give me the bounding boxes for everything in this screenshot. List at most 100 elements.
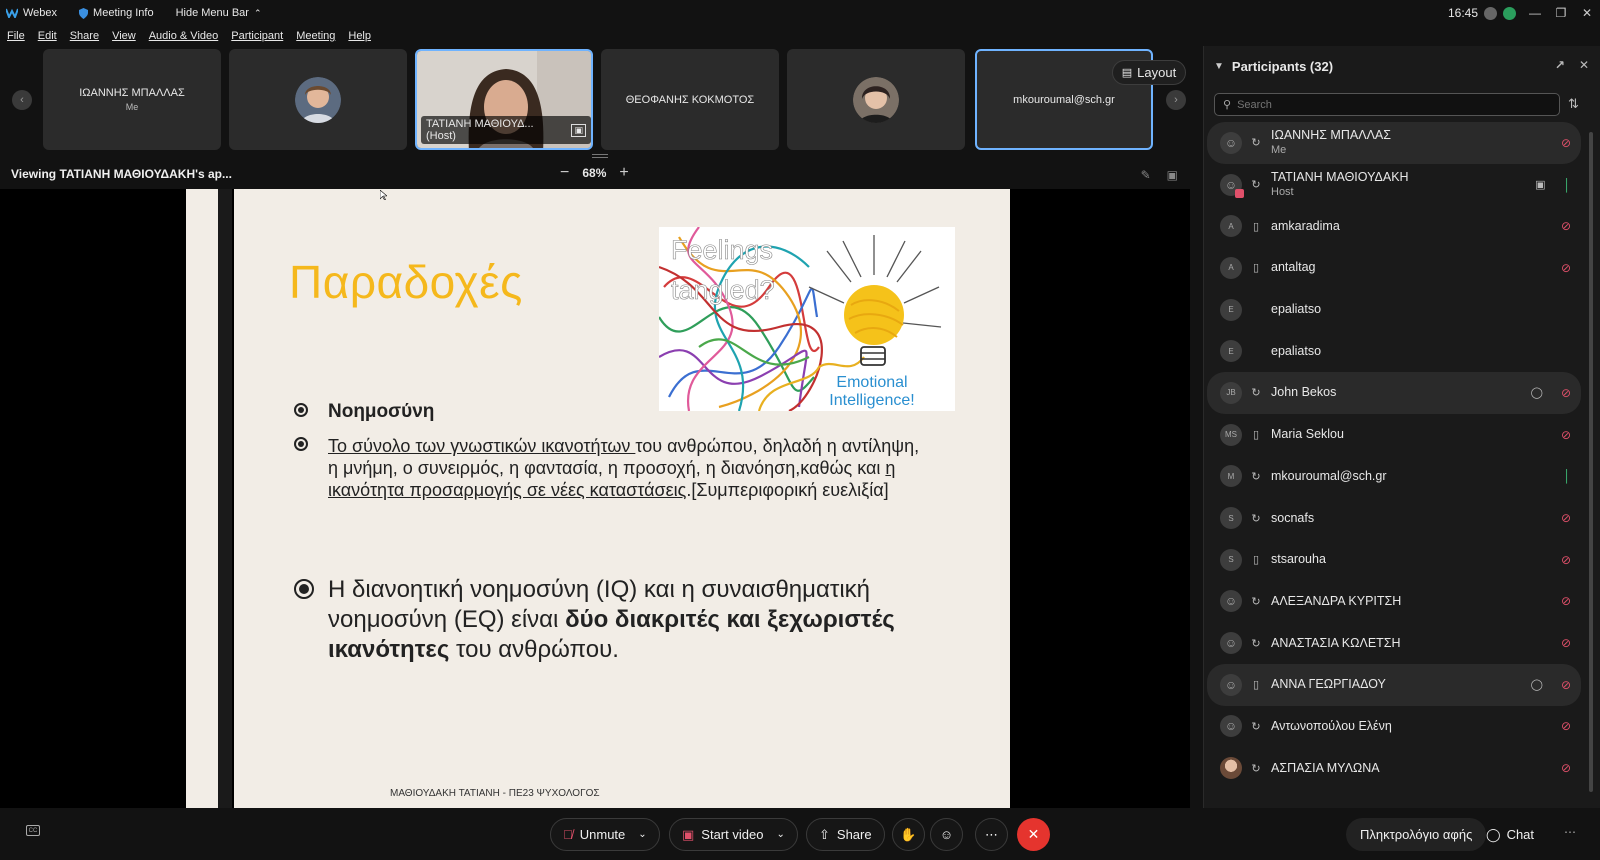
menu-audio-video[interactable]: Audio & Video (149, 30, 219, 42)
video-tile[interactable]: ΘΕΟΦΑΝΗΣ ΚΟΚΜΟΤΟΣ (601, 49, 779, 150)
participant-row[interactable]: S ↻ socnafs ⊘ (1207, 497, 1581, 539)
mic-muted-icon[interactable]: ⊘ (1561, 136, 1571, 150)
pop-out-icon[interactable]: ↗ (1555, 58, 1565, 72)
participant-name: Αντωνοπούλου Ελένη (1271, 718, 1392, 733)
participant-row[interactable]: S ▯ stsarouha ⊘ (1207, 539, 1581, 581)
mic-muted-icon[interactable]: ⊘ (1561, 511, 1571, 525)
share-label: Share (836, 827, 872, 842)
chat-bubble-icon[interactable]: ◯ (1531, 678, 1543, 691)
video-tile[interactable]: ΙΩΑΝΝΗΣ ΜΠΑΛΛΑΣ Me (43, 49, 221, 150)
participant-role: Me (1271, 143, 1287, 156)
video-tile-active-speaker[interactable]: ΤΑΤΙΑΝΗ ΜΑΘΙΟΥΔ... (Host) ▣ (415, 49, 593, 150)
zoom-out-button[interactable]: − (560, 165, 569, 181)
collapse-chevron-icon[interactable]: ▼ (1214, 61, 1224, 72)
mic-muted-icon[interactable]: ⊘ (1561, 719, 1571, 733)
participant-name: socnafs (1271, 510, 1315, 525)
mic-muted-icon[interactable]: ⊘ (1561, 428, 1571, 442)
mic-muted-icon[interactable]: ⊘ (1561, 636, 1571, 650)
sort-icon[interactable]: ⇅ (1568, 96, 1579, 112)
search-icon: ⚲ (1223, 99, 1232, 111)
close-panel-icon[interactable]: ✕ (1579, 58, 1589, 72)
menu-share[interactable]: Share (70, 30, 99, 42)
menu-edit[interactable]: Edit (38, 30, 57, 42)
participant-search: ⚲ (1214, 93, 1560, 116)
video-tile[interactable] (787, 49, 965, 150)
chat-bubble-icon[interactable]: ◯ (1531, 386, 1543, 399)
zoom-in-button[interactable]: + (619, 165, 628, 181)
participant-status-icons: ⊘ (1561, 747, 1571, 789)
leave-meeting-button[interactable]: ✕ (1017, 818, 1050, 851)
more-panels-icon[interactable]: ⋯ (1564, 825, 1576, 839)
viewing-label: Viewing ΤΑΤΙΑΝΗ ΜΑΘΙΟΥΔΑΚΗ's ap... (11, 167, 232, 181)
pop-out-share-icon[interactable]: ▣ (1167, 168, 1178, 182)
mic-muted-icon[interactable]: ⊘ (1561, 219, 1571, 233)
participant-row[interactable]: ☺ ▯ ΑΝΝΑ ΓΕΩΡΓΙΑΔΟΥ ◯ ⊘ (1207, 663, 1581, 706)
participant-row[interactable]: M ↻ mkouroumal@sch.gr │ (1207, 456, 1581, 498)
restore-button[interactable]: ❐ (1548, 0, 1574, 26)
participants-panel: ▼ Participants (32) ↗ ✕ ⚲ ⇅ ☺ ↻ ΙΩΑΝΝΗΣ ΜΠ… (1203, 46, 1600, 808)
chevron-down-icon[interactable]: ⌄ (776, 829, 784, 840)
menu-help[interactable]: Help (348, 30, 371, 42)
participant-row[interactable]: ☺ ↻ ΑΛΕΞΑΝΔΡΑ ΚΥΡΙΤΣΗ ⊘ (1207, 581, 1581, 623)
participant-row[interactable]: MS ▯ Maria Seklou ⊘ (1207, 414, 1581, 456)
participant-row[interactable]: A ▯ amkaradima ⊘ (1207, 205, 1581, 247)
menu-file[interactable]: File (7, 30, 25, 42)
mic-on-icon[interactable]: │ (1564, 178, 1572, 192)
participant-scrollbar-thumb[interactable] (1589, 132, 1593, 792)
participant-row[interactable]: ☺ ↻ ΤΑΤΙΑΝΗ ΜΑΘΙΟΥΔΑΚΗ Host ▣ │ (1207, 164, 1581, 206)
share-button[interactable]: ⇧ Share (806, 818, 885, 851)
menu-meeting[interactable]: Meeting (296, 30, 335, 42)
participant-name: ΑΝΑΣΤΑΣΙΑ ΚΩΛΕΤΣΗ (1271, 635, 1401, 650)
layout-button[interactable]: ▤ Layout (1112, 60, 1186, 85)
chat-button[interactable]: ◯ Chat (1486, 818, 1534, 851)
menu-view[interactable]: View (112, 30, 136, 42)
participant-row[interactable]: Eepaliatso (1207, 289, 1581, 331)
participant-status-icons: ⊘ (1561, 539, 1571, 581)
raise-hand-button[interactable]: ✋ (892, 818, 925, 851)
reactions-button[interactable]: ☺ (930, 818, 963, 851)
participant-name-block: ΑΝΑΣΤΑΣΙΑ ΚΩΛΕΤΣΗ (1271, 636, 1401, 651)
mic-muted-icon[interactable]: ⊘ (1561, 594, 1571, 608)
participant-name-block: antaltag (1271, 260, 1315, 275)
close-window-button[interactable]: ✕ (1574, 0, 1600, 26)
menu-bar: File Edit Share View Audio & Video Parti… (0, 26, 371, 46)
slide-bullet: Η διανοητική νοημοσύνη (IQ) και η συναισ… (294, 575, 914, 665)
menu-participant[interactable]: Participant (231, 30, 283, 42)
mic-muted-icon[interactable]: ⊘ (1561, 761, 1571, 775)
phone-icon: ▯ (1252, 679, 1260, 692)
mic-on-icon[interactable]: │ (1564, 469, 1572, 483)
participant-row[interactable]: JB ↻ John Bekos ◯ ⊘ (1207, 372, 1581, 414)
hide-menu-bar-button[interactable]: Hide Menu Bar ⌃ (176, 7, 262, 19)
mic-muted-icon[interactable]: ⊘ (1561, 678, 1571, 692)
more-options-button[interactable]: ⋯ (975, 818, 1008, 851)
mic-muted-icon[interactable]: ⊘ (1561, 386, 1571, 400)
participant-row[interactable]: ↻ ΑΣΠΑΣΙΑ ΜΥΛΩΝΑ ⊘ (1207, 747, 1581, 789)
participant-row[interactable]: ☺ ↻ ΙΩΑΝΝΗΣ ΜΠΑΛΛΑΣ Me ⊘ (1207, 122, 1581, 164)
minimize-button[interactable]: — (1522, 0, 1548, 26)
search-input[interactable] (1237, 98, 1538, 111)
chevron-up-icon: ⌃ (253, 7, 262, 18)
filmstrip-next-button[interactable]: › (1166, 90, 1186, 110)
touch-keyboard-button[interactable]: Πληκτρολόγιο αφής (1346, 818, 1487, 851)
share-icon: ⇧ (819, 826, 830, 842)
meeting-info-button[interactable]: Meeting Info (79, 7, 154, 19)
participant-row[interactable]: A ▯ antaltag ⊘ (1207, 247, 1581, 289)
participant-row[interactable]: ☺ ↻ Αντωνοπούλου Ελένη ⊘ (1207, 706, 1581, 748)
video-tile[interactable] (229, 49, 407, 150)
participant-row[interactable]: Eepaliatso (1207, 330, 1581, 372)
mic-muted-icon[interactable]: ⊘ (1561, 553, 1571, 567)
mic-muted-icon[interactable]: ⊘ (1561, 261, 1571, 275)
participant-initials-avatar: M (1220, 465, 1242, 488)
participant-row[interactable]: ☺ ↻ ΑΝΑΣΤΑΣΙΑ ΚΩΛΕΤΣΗ ⊘ (1207, 622, 1581, 664)
filmstrip-prev-button[interactable]: ‹ (12, 90, 32, 110)
filmstrip-resize-handle[interactable] (592, 154, 608, 158)
closed-captions-icon[interactable]: CC (26, 825, 40, 836)
mouse-cursor-icon (380, 190, 387, 200)
slide-footer: ΜΑΘΙΟΥΔΑΚΗ ΤΑΤΙΑΝΗ - ΠΕ23 ΨΥΧΟΛΟΓΟΣ (390, 788, 600, 799)
annotate-icon[interactable]: ✎ (1141, 168, 1151, 182)
person-icon: ☺ (1220, 590, 1242, 613)
view-tools: ✎ ▣ (1141, 168, 1178, 182)
unmute-button[interactable]: 🎙̸ Unmute ⌄ (550, 818, 660, 851)
start-video-button[interactable]: ▣ Start video ⌄ (669, 818, 798, 851)
chevron-down-icon[interactable]: ⌄ (638, 829, 646, 840)
